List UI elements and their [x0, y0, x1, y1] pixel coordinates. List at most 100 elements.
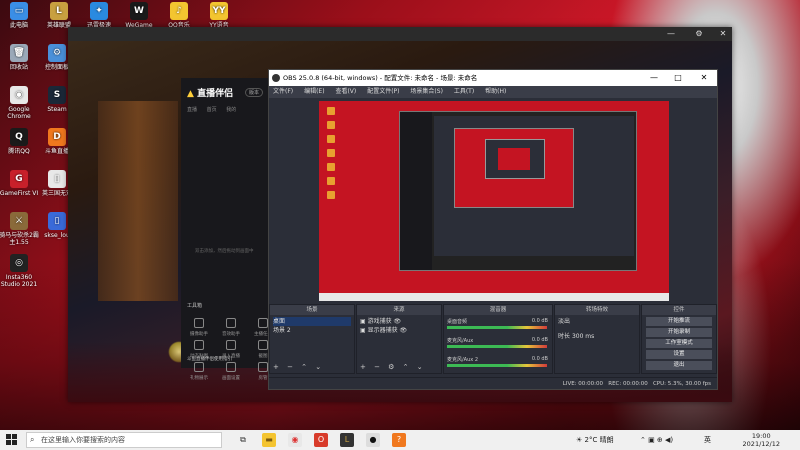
toolbox-item-icon [226, 340, 236, 350]
start-streaming-button[interactable]: 开始推流 [646, 317, 712, 326]
source-toolbar[interactable]: + − ⚙ ⌃ ⌄ [360, 363, 426, 371]
minimize-icon[interactable]: — [664, 29, 678, 38]
nested-obs-inner [485, 139, 545, 179]
desktop-icon[interactable]: ♪ QQ音乐 [158, 2, 200, 29]
transitions-title: 转场特效 [555, 305, 639, 315]
toolbox-item[interactable]: 画面设置 [217, 362, 245, 381]
preview-taskbar [319, 293, 669, 301]
windows-start-icon[interactable] [6, 434, 18, 446]
volume-meter[interactable] [447, 326, 547, 329]
menu-profile[interactable]: 配置文件(P) [367, 88, 399, 95]
eye-icon[interactable]: 👁 [394, 318, 402, 325]
desktop-icon[interactable]: 🗑 回收站 [0, 44, 40, 71]
league-icon[interactable]: L [340, 433, 354, 447]
mixer-track-name: 桌面音频 [447, 319, 468, 325]
scene-toolbar[interactable]: + − ⌃ ⌄ [273, 363, 324, 371]
source-item[interactable]: ▣ 游戏捕获 👁 [360, 317, 438, 326]
desktop-icon[interactable]: Q 腾讯QQ [0, 128, 40, 155]
toolbox-item[interactable]: 摄像助手 [185, 318, 213, 337]
ime-indicator[interactable]: 英 [704, 430, 711, 450]
helper-hint: 双击添加，然后拖动到画面中 [195, 249, 254, 254]
settings-button[interactable]: 设置 [646, 350, 712, 359]
close-icon[interactable]: ✕ [716, 29, 730, 38]
obs-preview[interactable] [319, 101, 669, 301]
helper-tab[interactable]: 首页 [207, 107, 217, 113]
desktop-icon[interactable]: ⚔ 骑马与砍杀2霸主1.55 [0, 212, 40, 246]
toolbox-item-icon [258, 318, 268, 328]
menu-file[interactable]: 文件(F) [273, 88, 293, 95]
clock[interactable]: 19:00 2021/12/12 [743, 432, 780, 448]
nested-capture [399, 111, 637, 271]
douyu-taskbar-icon[interactable]: ? [392, 433, 406, 447]
source-item[interactable]: ▣ 显示器捕获 👁 [360, 326, 438, 335]
desktop-icon-glyph: W [130, 2, 148, 20]
minimize-icon[interactable]: — [643, 70, 665, 86]
desktop-icon[interactable]: ✦ 迅雷极速 [78, 2, 120, 29]
desktop-icon[interactable]: W WeGame [118, 2, 160, 29]
transition-type-select[interactable]: 淡出 [558, 317, 636, 326]
helper-tab[interactable]: 直播 [187, 107, 197, 113]
desktop-icon-label: 骑马与砍杀2霸主1.55 [0, 232, 39, 246]
desktop-icon[interactable]: G GameFirst VI [0, 170, 40, 197]
menu-edit[interactable]: 编辑(E) [304, 88, 324, 95]
menu-view[interactable]: 查看(V) [335, 88, 356, 95]
helper-tab[interactable]: 我的 [226, 107, 236, 113]
helper-guide-link[interactable]: 斗鱼直播伴侣使用指引 [187, 356, 232, 362]
studio-mode-button[interactable]: 工作室模式 [646, 339, 712, 348]
desktop-icon-label: Google Chrome [7, 106, 31, 120]
obs-taskbar-icon[interactable]: ● [366, 433, 380, 447]
desktop-icon[interactable]: ◉ Google Chrome [0, 86, 40, 120]
toolbox-item-icon [194, 340, 204, 350]
toolbox-item-icon [194, 362, 204, 372]
desktop-icon[interactable]: ◎ Insta360 Studio 2021 [0, 254, 40, 288]
office-icon[interactable]: O [314, 433, 328, 447]
nested-preview [454, 128, 574, 208]
volume-meter[interactable] [447, 345, 547, 348]
tray-icons[interactable]: ⌃ ▣ ⊕ ◀) [640, 430, 673, 450]
transitions-dock: 转场特效 淡出 时长 300 ms [554, 304, 640, 374]
desktop-icon-glyph: L [50, 2, 68, 20]
chrome-icon[interactable]: ◉ [288, 433, 302, 447]
gear-icon[interactable]: ⚙ [692, 29, 706, 38]
transition-duration[interactable]: 时长 300 ms [558, 332, 636, 341]
desktop-icon-glyph: ▭ [10, 2, 28, 20]
desktop-icon[interactable]: L 英雄联盟 [38, 2, 80, 29]
toolbox-item[interactable]: 音效助手 [217, 318, 245, 337]
sources-title: 来源 [357, 305, 441, 315]
menu-tools[interactable]: 工具(T) [454, 88, 474, 95]
bookshelf [98, 101, 178, 301]
menu-scene-collection[interactable]: 场景集合(S) [410, 88, 443, 95]
exit-button[interactable]: 退出 [646, 361, 712, 370]
desktop-icon-glyph: D [48, 128, 66, 146]
desktop-icon[interactable]: YY YY语音 [198, 2, 240, 29]
desktop-icon-glyph: 🗑 [10, 44, 28, 62]
obs-statusbar: LIVE: 00:00:00 REC: 00:00:00 CPU: 5.3%, … [269, 377, 717, 389]
controls-title: 控件 [642, 305, 716, 315]
task-view-icon[interactable]: ⧉ [236, 433, 250, 447]
volume-meter[interactable] [447, 364, 547, 367]
maximize-icon[interactable]: □ [667, 70, 689, 86]
preview-desktop-icons [323, 107, 347, 205]
start-recording-button[interactable]: 开始录制 [646, 328, 712, 337]
toolbox-item-label: 音效助手 [222, 332, 240, 337]
desktop-icon-glyph: ✦ [90, 2, 108, 20]
mixer-track-db: 0.0 dB [531, 356, 548, 362]
helper-badge[interactable]: 版本 [245, 88, 264, 97]
taskbar-search-input[interactable]: ⌕ 在这里输入你要搜索的内容 [26, 432, 222, 448]
scene-item[interactable]: 桌面 [273, 317, 351, 326]
scene-item[interactable]: 场景 2 [273, 326, 351, 335]
close-icon[interactable]: ✕ [693, 70, 715, 86]
scenes-dock: 场景 桌面 场景 2 + − ⌃ ⌄ [269, 304, 355, 374]
live-timer: LIVE: 00:00:00 [562, 381, 603, 387]
menu-help[interactable]: 帮助(H) [485, 88, 506, 95]
obs-titlebar: OBS 25.0.8 (64-bit, windows) - 配置文件: 未命名… [269, 70, 717, 86]
mixer-title: 混音器 [444, 305, 552, 315]
nested-obs [434, 116, 634, 256]
file-explorer-icon[interactable]: ▬ [262, 433, 276, 447]
desktop-icon[interactable]: ▭ 此电脑 [0, 2, 40, 29]
toolbox-item[interactable]: 礼物展示 [185, 362, 213, 381]
sources-dock: 来源 ▣ 游戏捕获 👁 ▣ 显示器捕获 👁 + − ⚙ ⌃ ⌄ [356, 304, 442, 374]
desktop-icon-glyph: ♪ [170, 2, 188, 20]
weather-widget[interactable]: ☀ 2°C 晴朗 [576, 430, 614, 450]
eye-icon[interactable]: 👁 [400, 327, 408, 334]
